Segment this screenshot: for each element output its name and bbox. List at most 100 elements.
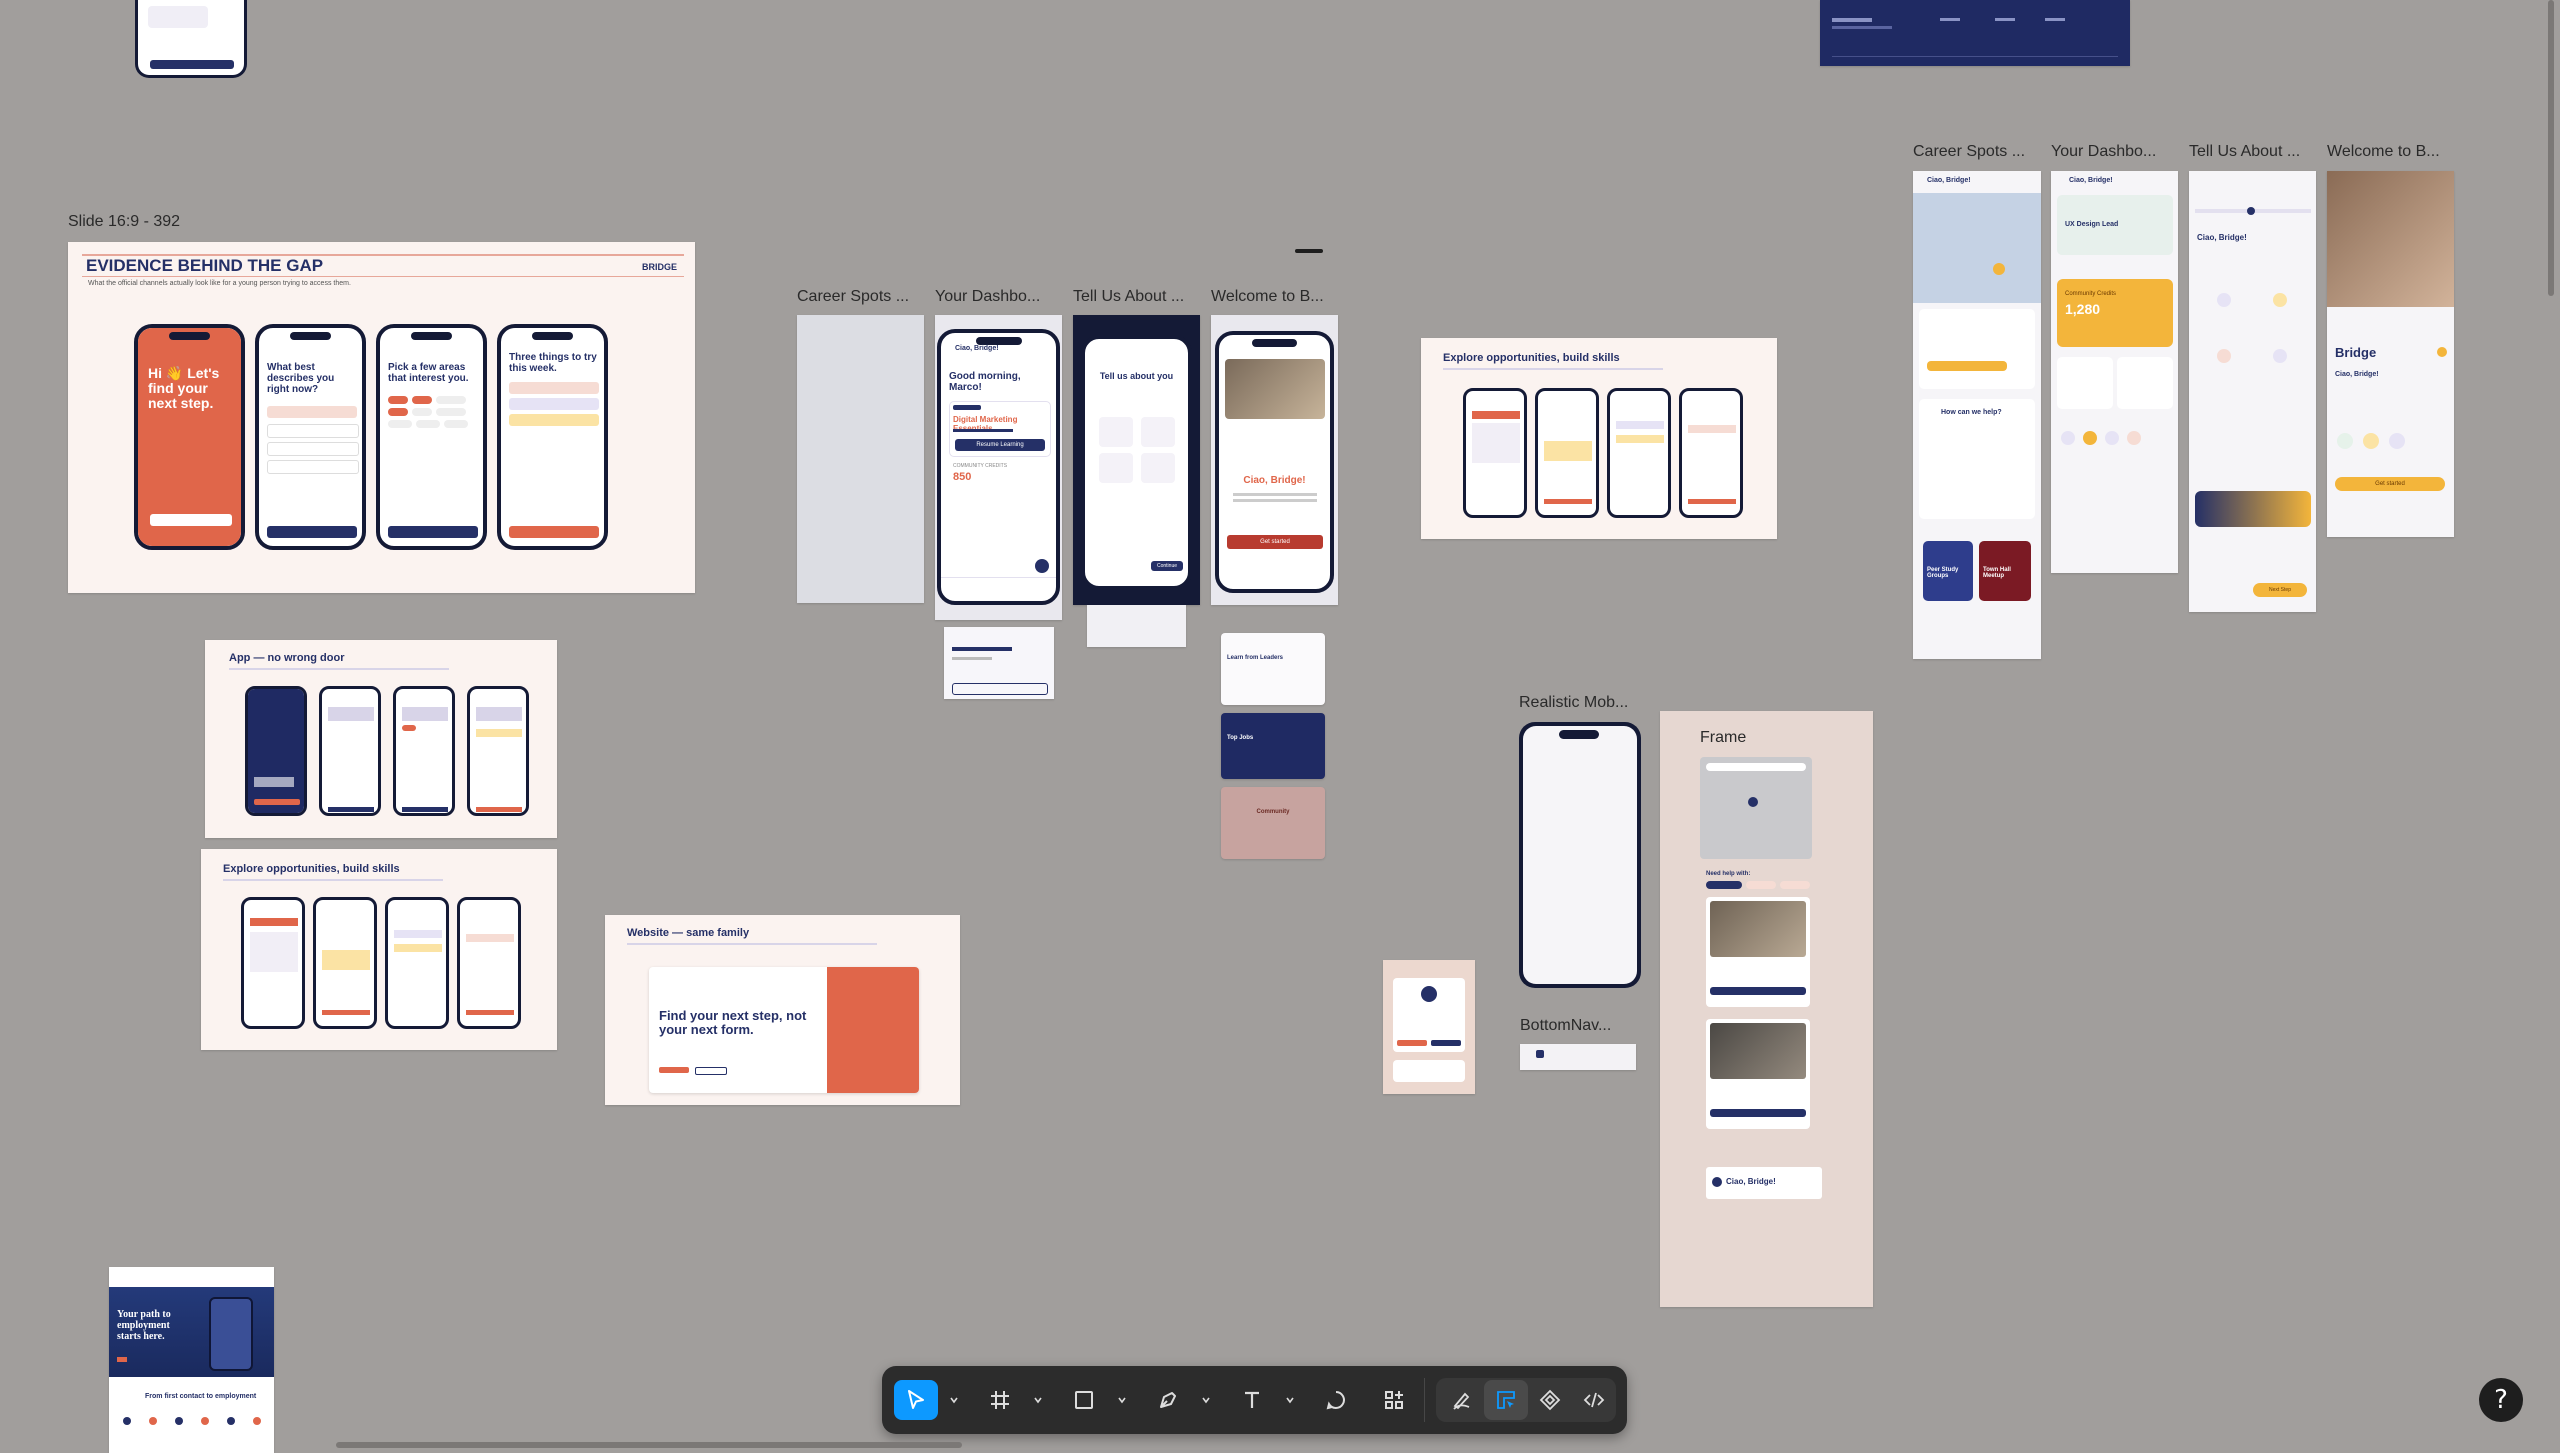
- draw-icon: [1453, 1392, 1470, 1410]
- frame-tool-caret-icon[interactable]: [1032, 1393, 1044, 1405]
- pen-tool-caret-icon[interactable]: [1200, 1393, 1212, 1405]
- slide-website-frame[interactable]: Website — same family Find your next ste…: [605, 915, 960, 1105]
- frame-label-career-spots[interactable]: Career Spots ...: [797, 288, 909, 306]
- comment-icon: [1326, 1391, 1345, 1410]
- slide-subtitle: What the official channels actually look…: [88, 280, 351, 287]
- design-mode-button[interactable]: [1484, 1380, 1528, 1420]
- text-tool-button[interactable]: [1230, 1380, 1274, 1420]
- dash-greeting-small: Ciao, Bridge!: [955, 345, 999, 352]
- bottom-toolbar: [882, 1366, 1627, 1434]
- phone2-heading: What best describes you right now?: [267, 362, 335, 395]
- card-top-jobs[interactable]: Top Jobs: [1221, 713, 1325, 779]
- text-icon: [1245, 1391, 1259, 1408]
- slide-website-title: Website — same family: [627, 927, 750, 939]
- web-preview-frame[interactable]: Your path to employment starts here. Fro…: [109, 1267, 274, 1453]
- phone-mockup-1: Hi 👋 Let's find your next step.: [134, 324, 245, 550]
- move-tool-caret-icon[interactable]: [948, 1393, 960, 1405]
- career-spots-right-frame[interactable]: Ciao, Bridge! How can we help? Peer Stud…: [1913, 171, 2041, 659]
- web-preview-hero: Your path to employment starts here.: [117, 1309, 171, 1342]
- frame-label-welcome-to[interactable]: Welcome to B...: [1211, 288, 1324, 306]
- frame-label-realistic-mobile[interactable]: Realistic Mob...: [1519, 694, 1628, 712]
- welcome-title: Ciao, Bridge!: [1243, 475, 1306, 486]
- actions-tool-button[interactable]: [1372, 1380, 1416, 1420]
- text-tool-caret-icon[interactable]: [1284, 1393, 1296, 1405]
- dash-credits-value: 850: [953, 471, 972, 483]
- help-button[interactable]: ?: [2479, 1378, 2523, 1422]
- dashboard-frame[interactable]: Ciao, Bridge! Good morning, Marco! Digit…: [935, 315, 1062, 620]
- frame-panel-label: Frame: [1700, 729, 1747, 746]
- frame-panel[interactable]: Frame Need help with: Ciao, Bridge!: [1660, 711, 1873, 1307]
- comment-tool-button[interactable]: [1314, 1380, 1358, 1420]
- slide-app-door-title: App — no wrong door: [229, 652, 345, 664]
- career-spots-frame[interactable]: [797, 315, 924, 603]
- dash-resume-button[interactable]: Resume Learning: [955, 439, 1045, 451]
- tell-us-frame[interactable]: Tell us about you Continue: [1073, 315, 1200, 605]
- dashboard-right-frame[interactable]: Ciao, Bridge! UX Design Lead Community C…: [2051, 171, 2178, 573]
- frame-label-slide-392[interactable]: Slide 16:9 - 392: [68, 213, 180, 231]
- welcome-right-get-started-button[interactable]: Get started: [2335, 477, 2445, 491]
- slide-evidence-frame[interactable]: EVIDENCE BEHIND THE GAP BRIDGE What the …: [68, 242, 695, 593]
- slide-app-door-frame[interactable]: App — no wrong door: [205, 640, 557, 838]
- dev-mode-button[interactable]: [1572, 1380, 1616, 1420]
- tell-us-sub-frame[interactable]: [1087, 605, 1186, 647]
- tell-right-next-button[interactable]: Next Step: [2253, 583, 2307, 597]
- realistic-mobile-frame[interactable]: [1519, 722, 1641, 988]
- phone-mockup-2: What best describes you right now?: [255, 324, 366, 550]
- phone1-heading: Hi 👋 Let's find your next step.: [148, 365, 220, 411]
- pen-tool-button[interactable]: [1146, 1380, 1190, 1420]
- draw-mode-button[interactable]: [1440, 1380, 1484, 1420]
- slide-title: EVIDENCE BEHIND THE GAP: [86, 256, 324, 275]
- frame-label-tell-us-about[interactable]: Tell Us About ...: [1073, 288, 1184, 306]
- frame-icon: [991, 1391, 1009, 1409]
- shape-tool-caret-icon[interactable]: [1116, 1393, 1128, 1405]
- tell-continue-button[interactable]: Continue: [1151, 561, 1183, 571]
- tell-title: Tell us about you: [1099, 371, 1174, 381]
- card-community[interactable]: Community: [1221, 787, 1325, 859]
- phone-mockup-3: Pick a few areas that interest you.: [376, 324, 487, 550]
- phone-mockup-4: Three things to try this week.: [497, 324, 608, 550]
- frame-label-welcome-to-right[interactable]: Welcome to B...: [2327, 143, 2440, 161]
- website-footer-frame[interactable]: [1820, 0, 2130, 66]
- frame-label-your-dashboard[interactable]: Your Dashbo...: [935, 288, 1040, 306]
- web-preview-section: From first contact to employment: [145, 1393, 257, 1400]
- frame-panel-footer: Ciao, Bridge!: [1726, 1177, 1776, 1186]
- actions-grid-icon: [1385, 1391, 1403, 1409]
- phone-frame-top-left[interactable]: [135, 0, 247, 78]
- need-help-label: Need help with:: [1706, 871, 1751, 877]
- place-card-1[interactable]: [1706, 897, 1810, 1007]
- frame-label-career-spots-right[interactable]: Career Spots ...: [1913, 143, 2025, 161]
- move-tool-button[interactable]: [894, 1380, 938, 1420]
- frame-label-your-dashboard-right[interactable]: Your Dashbo...: [2051, 143, 2156, 161]
- phone4-heading: Three things to try this week.: [509, 352, 597, 374]
- slide-explore-center-frame[interactable]: Explore opportunities, build skills: [1421, 338, 1777, 539]
- tell-us-right-frame[interactable]: Ciao, Bridge! Next Step: [2189, 171, 2316, 612]
- bottom-nav-frame[interactable]: [1520, 1044, 1636, 1070]
- dash-credits-label: COMMUNITY CREDITS: [953, 463, 1008, 469]
- slide-explore-center-title: Explore opportunities, build skills: [1443, 352, 1620, 364]
- frame-label-tell-us-about-right[interactable]: Tell Us About ...: [2189, 143, 2300, 161]
- vertical-scrollbar[interactable]: [2548, 0, 2554, 296]
- component-mode-button[interactable]: [1528, 1380, 1572, 1420]
- design-mode-icon: [1497, 1391, 1515, 1409]
- slide-brand: BRIDGE: [642, 262, 678, 272]
- card-learn-from-leaders[interactable]: Learn from Leaders: [1221, 633, 1325, 705]
- rectangle-icon: [1075, 1391, 1093, 1409]
- welcome-right-frame[interactable]: Bridge Ciao, Bridge! Get started: [2327, 171, 2454, 537]
- dash-headline: Good morning, Marco!: [949, 371, 1021, 393]
- component-icon: [1539, 1389, 1561, 1411]
- career-card-frame[interactable]: [944, 627, 1054, 699]
- horizontal-scrollbar[interactable]: [336, 1442, 962, 1448]
- place-card-2[interactable]: [1706, 1019, 1810, 1129]
- map-image: [1700, 757, 1812, 859]
- code-icon: [1583, 1392, 1605, 1408]
- cursor-icon: [908, 1390, 924, 1409]
- website-hero-text: Find your next step, not your next form.: [659, 1008, 807, 1037]
- slide-explore-left-frame[interactable]: Explore opportunities, build skills: [201, 849, 557, 1050]
- frame-tool-button[interactable]: [978, 1380, 1022, 1420]
- certificate-frame[interactable]: [1383, 960, 1475, 1094]
- frame-label-bottom-nav[interactable]: BottomNav...: [1520, 1017, 1611, 1035]
- pen-icon: [1160, 1392, 1176, 1408]
- welcome-frame[interactable]: Ciao, Bridge! Get started: [1211, 315, 1338, 605]
- shape-tool-button[interactable]: [1062, 1380, 1106, 1420]
- welcome-get-started-button[interactable]: Get started: [1227, 535, 1323, 549]
